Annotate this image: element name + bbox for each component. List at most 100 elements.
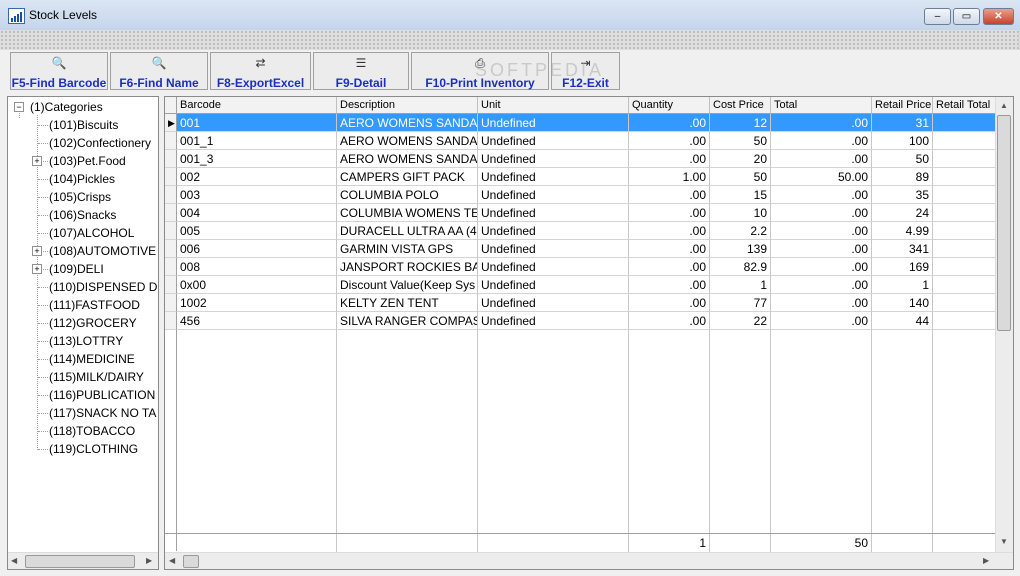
- cell-cost-price[interactable]: 22: [710, 312, 771, 330]
- tree-item-category[interactable]: (119)CLOTHING: [49, 440, 138, 458]
- cell-unit[interactable]: Undefined: [478, 312, 629, 330]
- cell-barcode[interactable]: 005: [177, 222, 337, 240]
- close-button[interactable]: ✕: [983, 8, 1014, 25]
- cell-description[interactable]: AERO WOMENS SANDAL: [337, 132, 478, 150]
- tree-item-category[interactable]: (117)SNACK NO TA: [49, 404, 156, 422]
- cell-total[interactable]: .00: [771, 258, 872, 276]
- cell-retail-price[interactable]: 35: [872, 186, 933, 204]
- column-header-quantity[interactable]: Quantity: [629, 97, 710, 114]
- cell-unit[interactable]: Undefined: [478, 204, 629, 222]
- cell-unit[interactable]: Undefined: [478, 186, 629, 204]
- cell-total[interactable]: .00: [771, 150, 872, 168]
- cell-retail-total[interactable]: [933, 186, 997, 204]
- cell-barcode[interactable]: 0x00: [177, 276, 337, 294]
- cell-unit[interactable]: Undefined: [478, 114, 629, 132]
- scroll-up-arrow-icon[interactable]: ▲: [1000, 101, 1008, 110]
- scroll-right-arrow-icon[interactable]: ▶: [146, 556, 152, 565]
- cell-total[interactable]: .00: [771, 204, 872, 222]
- cell-retail-price[interactable]: 24: [872, 204, 933, 222]
- cell-total[interactable]: .00: [771, 186, 872, 204]
- cell-quantity[interactable]: .00: [629, 276, 710, 294]
- tree-item-category[interactable]: (104)Pickles: [49, 170, 115, 188]
- cell-quantity[interactable]: .00: [629, 222, 710, 240]
- cell-unit[interactable]: Undefined: [478, 222, 629, 240]
- cell-description[interactable]: AERO WOMENS SANDAL: [337, 114, 478, 132]
- cell-retail-price[interactable]: 50: [872, 150, 933, 168]
- cell-retail-total[interactable]: [933, 258, 997, 276]
- cell-quantity[interactable]: .00: [629, 204, 710, 222]
- maximize-button[interactable]: ▭: [953, 8, 980, 25]
- cell-quantity[interactable]: .00: [629, 132, 710, 150]
- cell-quantity[interactable]: 1.00: [629, 168, 710, 186]
- tree-root-categories[interactable]: (1)Categories: [30, 98, 103, 116]
- cell-retail-price[interactable]: 44: [872, 312, 933, 330]
- row-selector[interactable]: [165, 204, 177, 222]
- cell-description[interactable]: SILVA RANGER COMPASS: [337, 312, 478, 330]
- category-tree[interactable]: − (1)Categories (101)Biscuits (102)Confec…: [7, 96, 159, 570]
- collapse-icon[interactable]: −: [14, 102, 24, 112]
- cell-retail-total[interactable]: [933, 114, 997, 132]
- cell-retail-total[interactable]: [933, 276, 997, 294]
- cell-retail-total[interactable]: [933, 150, 997, 168]
- tree-item-category[interactable]: (109)DELI: [49, 260, 104, 278]
- cell-unit[interactable]: Undefined: [478, 132, 629, 150]
- cell-unit[interactable]: Undefined: [478, 276, 629, 294]
- cell-retail-price[interactable]: 100: [872, 132, 933, 150]
- find-barcode-button[interactable]: 🔍 F5-Find Barcode: [10, 52, 108, 90]
- cell-cost-price[interactable]: 20: [710, 150, 771, 168]
- column-header-barcode[interactable]: Barcode: [177, 97, 337, 114]
- cell-total[interactable]: .00: [771, 222, 872, 240]
- cell-unit[interactable]: Undefined: [478, 150, 629, 168]
- detail-button[interactable]: ☰ F9-Detail: [313, 52, 409, 90]
- cell-retail-total[interactable]: [933, 132, 997, 150]
- cell-retail-price[interactable]: 341: [872, 240, 933, 258]
- cell-quantity[interactable]: .00: [629, 240, 710, 258]
- cell-total[interactable]: 50.00: [771, 168, 872, 186]
- cell-cost-price[interactable]: 2.2: [710, 222, 771, 240]
- expand-icon[interactable]: +: [32, 156, 42, 166]
- find-name-button[interactable]: 🔍 F6-Find Name: [110, 52, 208, 90]
- cell-retail-total[interactable]: [933, 168, 997, 186]
- cell-quantity[interactable]: .00: [629, 150, 710, 168]
- tree-scroll-thumb[interactable]: [25, 555, 135, 568]
- cell-barcode[interactable]: 1002: [177, 294, 337, 312]
- row-selector[interactable]: [165, 222, 177, 240]
- row-selector[interactable]: [165, 276, 177, 294]
- tree-item-category[interactable]: (111)FASTFOOD: [49, 296, 140, 314]
- cell-total[interactable]: .00: [771, 114, 872, 132]
- tree-horizontal-scrollbar[interactable]: ◀ ▶: [8, 552, 158, 569]
- cell-description[interactable]: KELTY ZEN TENT: [337, 294, 478, 312]
- column-header-retail-price[interactable]: Retail Price: [872, 97, 933, 114]
- grid-scroll-thumb[interactable]: [997, 115, 1011, 331]
- row-selector[interactable]: [165, 294, 177, 312]
- export-excel-button[interactable]: ⇄ F8-ExportExcel: [210, 52, 311, 90]
- grid-hscroll-thumb[interactable]: [183, 555, 199, 568]
- cell-description[interactable]: CAMPERS GIFT PACK: [337, 168, 478, 186]
- scroll-left-arrow-icon[interactable]: ◀: [11, 556, 17, 565]
- cell-barcode[interactable]: 002: [177, 168, 337, 186]
- cell-retail-total[interactable]: [933, 312, 997, 330]
- cell-retail-total[interactable]: [933, 294, 997, 312]
- column-header-unit[interactable]: Unit: [478, 97, 629, 114]
- row-selector[interactable]: [165, 132, 177, 150]
- tree-item-category[interactable]: (105)Crisps: [49, 188, 111, 206]
- cell-description[interactable]: COLUMBIA WOMENS TEE: [337, 204, 478, 222]
- cell-cost-price[interactable]: 139: [710, 240, 771, 258]
- row-selector[interactable]: ▶: [165, 114, 177, 132]
- cell-barcode[interactable]: 001: [177, 114, 337, 132]
- tree-item-category[interactable]: (116)PUBLICATION: [49, 386, 155, 404]
- cell-unit[interactable]: Undefined: [478, 168, 629, 186]
- cell-cost-price[interactable]: 10: [710, 204, 771, 222]
- cell-barcode[interactable]: 004: [177, 204, 337, 222]
- scroll-down-arrow-icon[interactable]: ▼: [1000, 537, 1008, 546]
- cell-cost-price[interactable]: 1: [710, 276, 771, 294]
- cell-description[interactable]: Discount Value(Keep Sys: [337, 276, 478, 294]
- cell-total[interactable]: .00: [771, 240, 872, 258]
- column-header-total[interactable]: Total: [771, 97, 872, 114]
- tree-item-category[interactable]: (102)Confectionery: [49, 134, 151, 152]
- row-selector[interactable]: [165, 258, 177, 276]
- tree-item-category[interactable]: (112)GROCERY: [49, 314, 137, 332]
- column-header-description[interactable]: Description: [337, 97, 478, 114]
- cell-description[interactable]: COLUMBIA POLO: [337, 186, 478, 204]
- tree-item-category[interactable]: (106)Snacks: [49, 206, 116, 224]
